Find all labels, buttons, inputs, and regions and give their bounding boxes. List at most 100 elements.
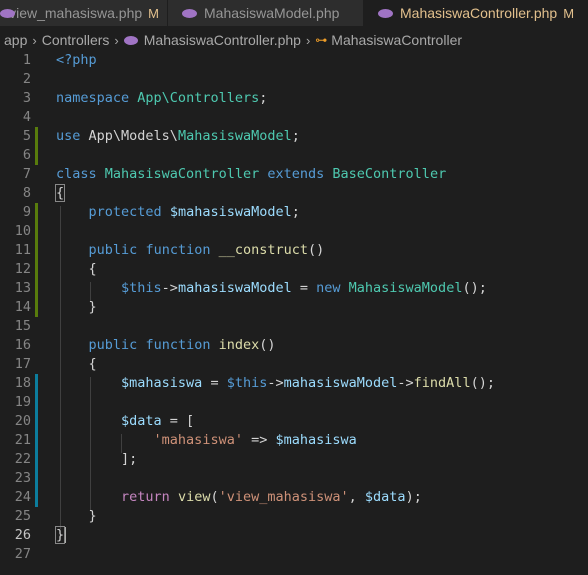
code-token: MahasiswaController — [104, 166, 260, 182]
code-token: ( — [210, 489, 219, 505]
code-token: $data — [121, 413, 162, 429]
code-token: view — [177, 489, 211, 505]
tab-label: MahasiswaController.php — [400, 5, 558, 21]
code-token: BaseController — [332, 166, 447, 182]
php-elephant-icon — [0, 8, 16, 18]
code-token: ); — [405, 489, 422, 505]
line-number: 17 — [14, 356, 31, 372]
code-token: MahasiswaModel — [348, 280, 463, 296]
code-line: 12 { — [0, 260, 588, 279]
code-line: 3 namespace App\Controllers; — [0, 89, 588, 108]
git-modified-marker — [35, 374, 38, 393]
line-number: 6 — [22, 147, 31, 163]
code-line: 22 ]; — [0, 450, 588, 469]
code-token: <?php — [56, 52, 97, 68]
code-token: new — [316, 280, 341, 296]
breadcrumb-item-file[interactable]: MahasiswaController.php — [144, 32, 301, 48]
editor-tab-bar: view_mahasiswa.php M MahasiswaModel.php … — [0, 0, 588, 26]
code-token: = — [202, 375, 227, 391]
breadcrumb-item-app[interactable]: app — [0, 32, 27, 48]
git-added-marker — [35, 222, 38, 241]
code-line: 11 public function __construct() — [0, 241, 588, 260]
code-line: 5 use App\Models\MahasiswaModel; — [0, 127, 588, 146]
git-added-marker — [35, 279, 38, 298]
code-editor[interactable]: 1 <?php 2 3 namespace App\Controllers; 4 5… — [0, 52, 588, 575]
code-line: 27 — [0, 545, 588, 564]
line-number: 25 — [14, 508, 31, 524]
code-token: __construct — [218, 242, 309, 258]
code-line: 8{ — [0, 184, 588, 203]
git-added-marker — [35, 298, 38, 317]
code-token: mahasiswaModel — [283, 375, 398, 391]
code-token: findAll — [413, 375, 471, 391]
code-line: 23 — [0, 469, 588, 488]
git-modified-marker — [35, 450, 38, 469]
code-token: } — [88, 508, 97, 524]
line-number: 7 — [22, 166, 31, 182]
line-number: 16 — [14, 337, 31, 353]
tab-view-mahasiswa[interactable]: view_mahasiswa.php M — [0, 0, 168, 26]
line-number: 3 — [22, 90, 31, 106]
class-symbol-icon: ⊶ — [315, 33, 328, 47]
code-token: $data — [364, 489, 406, 505]
line-number: 21 — [14, 432, 31, 448]
text-cursor — [64, 527, 67, 543]
code-token: $mahasiswa — [121, 375, 203, 391]
code-token: class — [56, 166, 97, 182]
tab-mahasiswa-controller[interactable]: MahasiswaController.php M — [364, 0, 588, 26]
code-token: App\Models\ — [88, 128, 178, 144]
code-line: 7 class MahasiswaController extends BaseC… — [0, 165, 588, 184]
code-token: function — [145, 337, 211, 353]
line-number: 20 — [14, 413, 31, 429]
php-elephant-icon — [378, 8, 394, 18]
git-added-marker — [35, 127, 38, 146]
tab-label: view_mahasiswa.php — [9, 5, 143, 21]
line-number: 24 — [14, 489, 31, 505]
code-line: 9 protected $mahasiswaModel; — [0, 203, 588, 222]
git-modified-marker — [35, 488, 38, 507]
breadcrumb-item-class[interactable]: MahasiswaController — [331, 32, 462, 48]
code-token: -> — [397, 375, 414, 391]
line-number: 27 — [14, 546, 31, 562]
code-token: = — [291, 280, 317, 296]
modified-badge: M — [148, 5, 159, 21]
bracket-match: } — [54, 526, 66, 544]
line-number: 13 — [14, 280, 31, 296]
code-token: } — [88, 299, 97, 315]
code-token: ; — [291, 128, 300, 144]
git-added-marker — [35, 146, 38, 165]
code-line: 6 — [0, 146, 588, 165]
php-elephant-icon — [123, 35, 138, 45]
code-line: 21 'mahasiswa' => $mahasiswa — [0, 431, 588, 450]
code-line: 20 $data = [ — [0, 412, 588, 431]
code-token: 'mahasiswa' — [153, 432, 243, 448]
breadcrumb-item-controllers[interactable]: Controllers — [42, 32, 110, 48]
git-added-marker — [35, 260, 38, 279]
line-number: 5 — [22, 128, 31, 144]
code-token: () — [308, 242, 325, 258]
line-number: 19 — [14, 394, 31, 410]
code-token: () — [259, 337, 276, 353]
code-token: { — [88, 261, 97, 277]
code-line: 25 } — [0, 507, 588, 526]
line-number: 9 — [22, 204, 31, 220]
code-token: { — [88, 356, 97, 372]
code-line: 24 return view('view_mahasiswa', $data); — [0, 488, 588, 507]
code-line: 17 { — [0, 355, 588, 374]
code-token: public — [88, 337, 138, 353]
code-token: $mahasiswaModel — [169, 204, 292, 220]
code-token: $this — [121, 280, 162, 296]
line-number: 8 — [22, 185, 31, 201]
line-number: 18 — [14, 375, 31, 391]
breadcrumb: app › Controllers › MahasiswaController.… — [0, 26, 588, 54]
code-line: 2 — [0, 70, 588, 89]
bracket-match: { — [54, 184, 66, 202]
line-number: 15 — [14, 318, 31, 334]
code-line: 26} — [0, 526, 588, 545]
code-token: public — [88, 242, 138, 258]
code-line: 19 — [0, 393, 588, 412]
modified-badge: M — [563, 5, 575, 21]
code-token: = [ — [161, 413, 195, 429]
code-token: protected — [88, 204, 162, 220]
tab-mahasiswa-model[interactable]: MahasiswaModel.php — [168, 0, 364, 26]
